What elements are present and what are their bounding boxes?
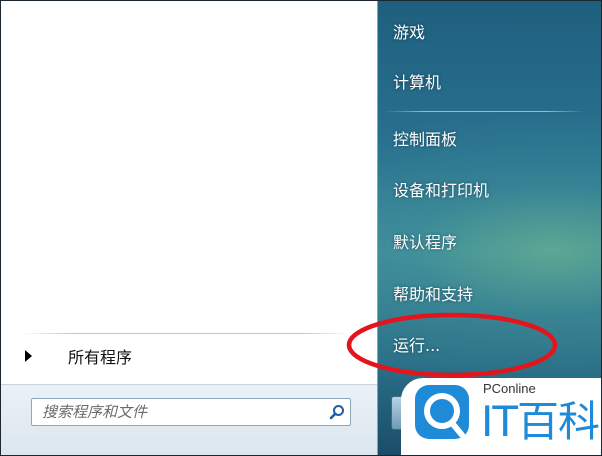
search-icon[interactable]	[324, 400, 350, 424]
divider	[21, 333, 351, 334]
menu-item-label: 帮助和支持	[393, 285, 474, 304]
menu-item-label: 游戏	[393, 23, 426, 42]
menu-item-help-support[interactable]: 帮助和支持	[393, 276, 473, 310]
menu-item-run[interactable]: 运行...	[393, 327, 440, 361]
all-programs-label: 所有程序	[68, 348, 133, 367]
menu-item-computer[interactable]: 计算机	[393, 64, 441, 98]
search-box[interactable]	[31, 398, 351, 426]
menu-separator	[385, 111, 585, 112]
menu-item-games[interactable]: 游戏	[393, 14, 425, 48]
watermark-brand: IT百科	[481, 397, 600, 446]
menu-item-devices-printers[interactable]: 设备和打印机	[393, 172, 489, 206]
magnifier-logo-icon	[415, 385, 469, 439]
menu-item-label: 默认程序	[393, 233, 458, 252]
all-programs-button[interactable]: 所有程序	[17, 341, 357, 371]
menu-item-label: 设备和打印机	[393, 181, 490, 200]
watermark-pconline: PConline	[483, 381, 536, 396]
menu-item-label: 运行...	[393, 336, 441, 355]
menu-item-control-panel[interactable]: 控制面板	[393, 121, 457, 155]
menu-item-label: 计算机	[393, 73, 442, 92]
start-menu: 所有程序 游戏 计算机 控制面板 设备和打印机 默认程序 帮助和支持 运行...	[0, 0, 602, 456]
search-input[interactable]	[32, 399, 324, 425]
menu-item-label: 控制面板	[393, 130, 458, 149]
arrow-right-icon	[25, 350, 32, 362]
menu-item-default-programs[interactable]: 默认程序	[393, 224, 457, 258]
